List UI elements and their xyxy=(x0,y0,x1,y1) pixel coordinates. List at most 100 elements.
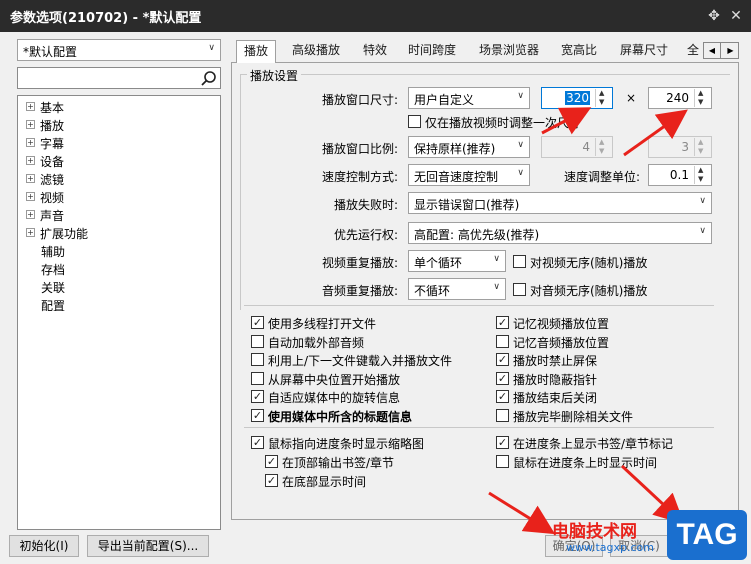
tab-item[interactable]: 时间跨度 xyxy=(400,40,464,62)
expand-plus-icon[interactable]: + xyxy=(26,210,35,219)
checkbox-box[interactable] xyxy=(496,334,509,348)
title-bar: 参数选项(210702) - *默认配置 ✥ ✕ xyxy=(0,0,751,32)
init-button[interactable]: 初始化(I) xyxy=(9,535,79,557)
watermark-site-name: 电脑技术网 xyxy=(552,522,637,542)
expand-plus-icon[interactable]: + xyxy=(26,174,35,183)
checkbox-box[interactable] xyxy=(251,371,264,385)
chevron-down-icon: ∨ xyxy=(517,168,524,178)
divider xyxy=(244,427,714,428)
tab-item[interactable]: 屏幕尺寸 xyxy=(611,40,677,62)
option-label: 鼠标在进度条上时显示时间 xyxy=(513,456,658,470)
spinner-updown-icon[interactable]: ▲ ▼ xyxy=(595,89,611,107)
width-spinner[interactable]: 320 ▲ ▼ xyxy=(541,87,613,109)
watermark-url: www.tagxp.com xyxy=(566,541,654,554)
audio-repeat-label: 音频重复播放: xyxy=(321,284,398,298)
times-sign: × xyxy=(626,91,637,105)
checkmark-icon[interactable]: ✓ xyxy=(251,408,264,422)
expand-plus-icon[interactable]: + xyxy=(26,102,35,111)
speed-mode-value: 无回音速度控制 xyxy=(414,170,499,184)
option-label: 在进度条上显示书签/章节标记 xyxy=(513,437,674,451)
option-label: 播放完毕删除相关文件 xyxy=(513,409,634,424)
video-shuffle-label: 对视频无序(随机)播放 xyxy=(530,256,648,270)
tree-item-label: 声音 xyxy=(40,209,65,223)
close-icon[interactable]: ✕ xyxy=(726,6,746,26)
checkbox-box[interactable] xyxy=(251,334,264,348)
expand-plus-icon[interactable]: + xyxy=(26,138,35,147)
ratio-height-spinner: 3 ▲ ▼ xyxy=(648,136,712,158)
spinner-updown-icon[interactable]: ▲ ▼ xyxy=(694,166,710,184)
fail-select[interactable]: 显示错误窗口(推荐) ∨ xyxy=(408,192,712,214)
settings-tree: + 基本 + 播放 + 字幕 + 设备 + 滤镜 + 视频 + 声音 + 扩展功能 辅助 存档 关联 配置 xyxy=(17,95,221,530)
ratio-value: 保持原样(推荐) xyxy=(414,142,496,156)
tree-item-label: 滤镜 xyxy=(40,173,65,187)
tab-item[interactable]: 场景浏览器 xyxy=(470,40,548,62)
video-repeat-select[interactable]: 单个循环 ∨ xyxy=(408,250,506,272)
tree-item-label: 基本 xyxy=(40,101,65,115)
spinner-updown-icon[interactable]: ▲ ▼ xyxy=(694,89,710,107)
checkbox-box[interactable] xyxy=(496,455,509,468)
checkmark-icon[interactable]: ✓ xyxy=(496,436,509,449)
expand-plus-icon[interactable]: + xyxy=(26,192,35,201)
checkbox-box[interactable] xyxy=(513,255,526,268)
tab-item[interactable]: 高级播放 xyxy=(283,40,349,62)
option-label: 记忆音频播放位置 xyxy=(513,335,610,350)
tree-item-label: 播放 xyxy=(40,119,65,133)
checkmark-icon[interactable]: ✓ xyxy=(251,390,264,403)
ratio-select[interactable]: 保持原样(推荐) ∨ xyxy=(408,136,530,158)
tab-scroll-right-icon[interactable]: ▶ xyxy=(722,43,739,58)
window-title: 参数选项(210702) - *默认配置 xyxy=(10,11,202,26)
tree-item-label: 字幕 xyxy=(40,137,65,151)
speed-unit-spinner[interactable]: 0.1 ▲ ▼ xyxy=(648,164,712,186)
audio-repeat-value: 不循环 xyxy=(414,284,451,298)
search-icon[interactable] xyxy=(200,70,218,87)
checkbox-box[interactable] xyxy=(513,283,526,296)
checkmark-icon[interactable]: ✓ xyxy=(496,390,509,403)
search-input[interactable] xyxy=(17,67,221,89)
expand-plus-icon[interactable]: + xyxy=(26,156,35,165)
divider xyxy=(244,305,714,306)
tab-item[interactable]: 宽高比 xyxy=(554,40,604,62)
profile-select[interactable]: *默认配置 ∨ xyxy=(17,39,221,61)
checkbox-box[interactable] xyxy=(251,353,264,366)
tab-scroll-left-icon[interactable]: ◀ xyxy=(704,43,721,58)
chevron-down-icon: ∨ xyxy=(208,43,215,53)
window-size-select[interactable]: 用户自定义 ∨ xyxy=(408,87,530,109)
video-repeat-label: 视频重复播放: xyxy=(321,256,398,270)
checkmark-icon[interactable]: ✓ xyxy=(496,316,509,329)
export-button[interactable]: 导出当前配置(S)... xyxy=(87,535,209,557)
checkmark-icon[interactable]: ✓ xyxy=(265,455,278,468)
fail-value: 显示错误窗口(推荐) xyxy=(414,198,520,212)
tree-item-label: 扩展功能 xyxy=(40,227,89,241)
ratio-width-spinner: 4 ▲ ▼ xyxy=(541,136,613,158)
height-spinner[interactable]: 240 ▲ ▼ xyxy=(648,87,712,109)
expand-plus-icon[interactable]: + xyxy=(26,120,35,129)
option-label: 使用媒体中所含的标题信息 xyxy=(268,409,413,424)
checkmark-icon[interactable]: ✓ xyxy=(496,353,509,366)
tree-item-label: 存档 xyxy=(41,263,66,277)
tab-item[interactable]: 播放 xyxy=(236,40,276,63)
ratio-width-value: 4 xyxy=(582,140,590,154)
pin-icon[interactable]: ✥ xyxy=(704,6,724,26)
checkmark-icon[interactable]: ✓ xyxy=(251,316,264,329)
checkmark-icon[interactable]: ✓ xyxy=(496,371,509,385)
audio-shuffle-label: 对音频无序(随机)播放 xyxy=(530,284,648,298)
checkmark-icon[interactable]: ✓ xyxy=(265,474,278,487)
expand-plus-icon[interactable]: + xyxy=(26,228,35,237)
tree-item-label: 配置 xyxy=(41,299,66,313)
priority-select[interactable]: 高配置: 高优先级(推荐) ∨ xyxy=(408,222,712,244)
checkbox-box[interactable] xyxy=(408,115,421,128)
checkmark-icon[interactable]: ✓ xyxy=(251,436,264,449)
checkbox-box[interactable] xyxy=(496,408,509,422)
speed-unit-value: 0.1 xyxy=(669,168,689,182)
only-adjust-label: 仅在播放视频时调整一次尺寸 xyxy=(425,116,582,130)
speed-mode-select[interactable]: 无回音速度控制 ∨ xyxy=(408,164,530,186)
audio-repeat-select[interactable]: 不循环 ∨ xyxy=(408,278,506,300)
chevron-down-icon: ∨ xyxy=(699,196,706,206)
option-label: 自适应媒体中的旋转信息 xyxy=(268,391,401,405)
tab-item[interactable]: 全 xyxy=(684,40,702,62)
tab-item[interactable]: 特效 xyxy=(355,40,395,62)
option-label: 记忆视频播放位置 xyxy=(513,317,610,331)
chevron-down-icon: ∨ xyxy=(517,91,524,101)
chevron-down-icon: ∨ xyxy=(493,254,500,264)
speed-mode-label: 速度控制方式: xyxy=(321,170,398,184)
